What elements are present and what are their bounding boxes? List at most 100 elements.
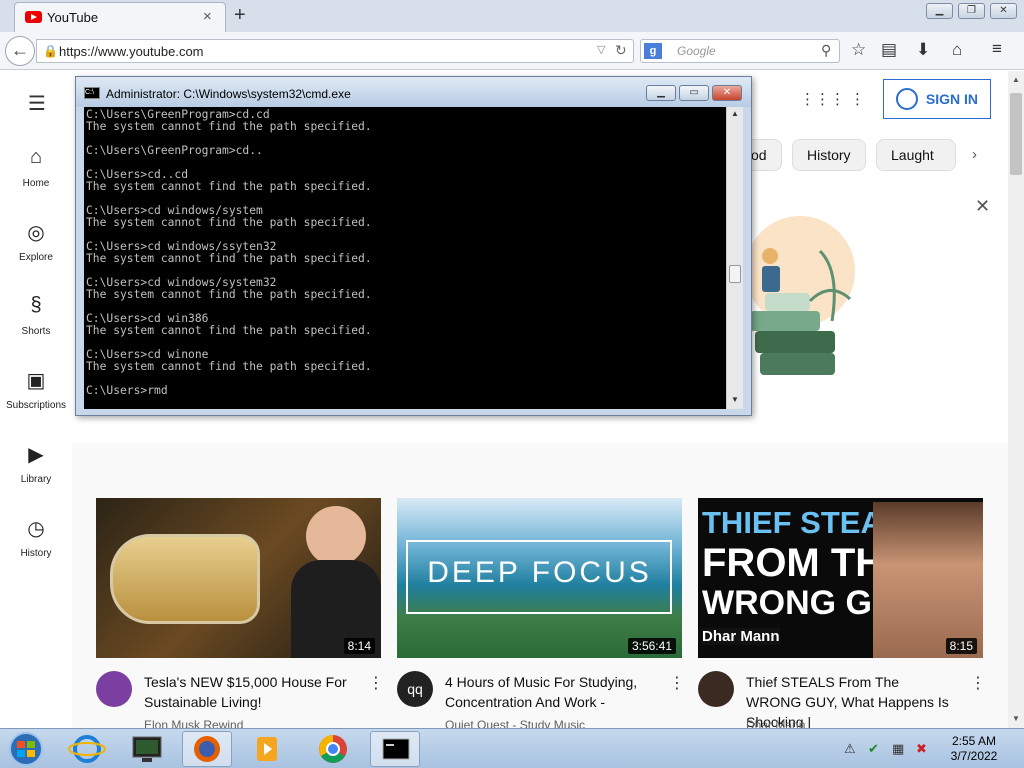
- scroll-down-icon[interactable]: ▼: [1012, 714, 1020, 723]
- reading-list-icon[interactable]: ▤: [881, 40, 897, 60]
- video-thumbnail[interactable]: THIEF STEALS FROM THE WRONG GUY Dhar Man…: [698, 498, 983, 658]
- chip-filter[interactable]: Laught: [876, 139, 956, 171]
- chrome-icon[interactable]: [308, 731, 358, 767]
- sidebar-item-library[interactable]: ▶ Library: [0, 442, 72, 485]
- home-button-icon[interactable]: ⌂: [952, 40, 962, 60]
- books-illustration: [745, 216, 855, 375]
- channel-avatar[interactable]: [698, 671, 734, 707]
- firefox-icon[interactable]: [182, 731, 232, 767]
- cmd-window[interactable]: C:\ Administrator: C:\Windows\system32\c…: [75, 76, 752, 416]
- sidebar-item-label: History: [20, 548, 52, 559]
- volume-muted-icon[interactable]: ✖: [916, 741, 927, 757]
- cmd-taskbar-icon[interactable]: [370, 731, 420, 767]
- page-scrollbar[interactable]: ▲ ▼: [1008, 71, 1024, 728]
- video-title[interactable]: Tesla's NEW $15,000 House For Sustainabl…: [144, 672, 352, 712]
- cmd-close-button[interactable]: ✕: [712, 85, 742, 101]
- downloads-icon[interactable]: ⬇: [916, 40, 930, 60]
- clock-date: 3/7/2022: [950, 749, 998, 763]
- network-warning-icon[interactable]: ⚠: [844, 741, 856, 757]
- sidebar-item-explore[interactable]: ◎ Explore: [0, 220, 72, 263]
- hamburger-menu-icon[interactable]: ≡: [992, 39, 1002, 59]
- youtube-favicon-icon: [25, 11, 42, 23]
- channel-name[interactable]: Elon Musk Rewind: [144, 718, 243, 728]
- shorts-icon: §: [30, 294, 42, 316]
- start-button[interactable]: [2, 731, 50, 767]
- back-button[interactable]: ←: [5, 36, 35, 66]
- tiny-house-image: [110, 534, 260, 624]
- network-icon[interactable]: ▦: [892, 741, 904, 757]
- tab-youtube[interactable]: YouTube ×: [14, 2, 226, 32]
- console-scrollbar[interactable]: ▲ ▼: [726, 107, 743, 409]
- reload-icon[interactable]: ↻: [615, 42, 627, 59]
- duration-badge: 3:56:41: [627, 638, 676, 654]
- internet-explorer-icon[interactable]: [62, 731, 112, 767]
- sidebar-item-home[interactable]: ⌂ Home: [0, 146, 72, 189]
- scroll-down-icon[interactable]: ▼: [731, 395, 739, 404]
- window-close-button[interactable]: ✕: [990, 3, 1017, 19]
- channel-avatar[interactable]: qq: [397, 671, 433, 707]
- video-thumbnail[interactable]: DEEP FOCUS 3:56:41: [397, 498, 682, 658]
- console-line: The system cannot find the path specifie…: [86, 324, 372, 337]
- clock-time: 2:55 AM: [951, 734, 997, 748]
- history-dropdown-icon[interactable]: ▽: [597, 43, 605, 56]
- sidebar-item-label: Explore: [19, 252, 53, 263]
- console-line: The system cannot find the path specifie…: [86, 360, 372, 373]
- search-box[interactable]: g Google ⚲: [640, 39, 840, 63]
- chevron-right-icon[interactable]: ›: [972, 146, 977, 163]
- scroll-up-icon[interactable]: ▲: [1012, 75, 1020, 84]
- minimize-button[interactable]: ▁: [926, 3, 953, 19]
- navigation-bar: ← 🔒 https://www.youtube.com ▽ ↻ g Google…: [0, 32, 1024, 70]
- thumb-text: DEEP FOCUS: [427, 556, 652, 589]
- sidebar-item-shorts[interactable]: § Shorts: [0, 294, 72, 337]
- sidebar-item-label: Shorts: [21, 326, 51, 337]
- url-bar[interactable]: 🔒 https://www.youtube.com ▽ ↻: [36, 39, 634, 63]
- chip-filter[interactable]: History: [792, 139, 866, 171]
- search-icon[interactable]: ⚲: [821, 42, 831, 59]
- search-placeholder: Google: [677, 44, 716, 58]
- more-vert-icon[interactable]: ⋮: [850, 90, 865, 108]
- media-center-icon[interactable]: [122, 731, 172, 767]
- video-thumbnail[interactable]: 8:14: [96, 498, 381, 658]
- system-clock[interactable]: 2:55 AM 3/7/2022: [944, 734, 1004, 764]
- tab-close-icon[interactable]: ×: [203, 8, 212, 25]
- cmd-maximize-button[interactable]: ▭: [679, 85, 709, 101]
- close-icon[interactable]: ✕: [975, 196, 990, 217]
- media-player-icon[interactable]: [242, 731, 292, 767]
- security-shield-icon[interactable]: ✔: [868, 741, 879, 757]
- console-line: C:\Users>rmd: [86, 384, 168, 397]
- scroll-up-icon[interactable]: ▲: [731, 109, 739, 118]
- scroll-thumb[interactable]: [1010, 93, 1022, 175]
- duration-badge: 8:14: [343, 638, 375, 654]
- video-menu-icon[interactable]: ⋮: [368, 673, 384, 693]
- sign-in-button[interactable]: SIGN IN: [883, 79, 991, 119]
- guide-menu-icon[interactable]: ☰: [28, 91, 46, 116]
- lock-icon: 🔒: [43, 44, 58, 58]
- console-output[interactable]: C:\Users\GreenProgram>cd.cd The system ca…: [84, 107, 726, 409]
- cmd-titlebar[interactable]: C:\ Administrator: C:\Windows\system32\c…: [76, 77, 751, 107]
- cmd-minimize-button[interactable]: ▁: [646, 85, 676, 101]
- person-image: [873, 502, 983, 658]
- video-title[interactable]: 4 Hours of Music For Studying, Concentra…: [445, 672, 653, 712]
- history-icon: ◷: [27, 518, 45, 540]
- sidebar-item-subscriptions[interactable]: ▣ Subscriptions: [0, 368, 72, 411]
- sidebar-item-label: Library: [20, 474, 52, 485]
- sidebar-item-label: Subscriptions: [5, 400, 67, 411]
- search-engine-icon[interactable]: g: [644, 43, 662, 59]
- channel-name[interactable]: Dhar Mann: [746, 718, 805, 728]
- tab-title: YouTube: [47, 10, 99, 25]
- restore-button[interactable]: ❐: [958, 3, 985, 19]
- video-menu-icon[interactable]: ⋮: [669, 673, 685, 693]
- apps-grid-icon[interactable]: ⋮⋮⋮: [800, 90, 845, 108]
- home-icon: ⌂: [29, 146, 43, 168]
- new-tab-button[interactable]: +: [234, 4, 246, 27]
- channel-avatar[interactable]: [96, 671, 132, 707]
- channel-name[interactable]: Quiet Quest - Study Music: [445, 718, 585, 728]
- sidebar-item-history[interactable]: ◷ History: [0, 516, 72, 559]
- bookmark-star-icon[interactable]: ☆: [851, 40, 866, 60]
- console-line: The system cannot find the path specifie…: [86, 216, 372, 229]
- url-text: https://www.youtube.com: [59, 44, 204, 59]
- scroll-thumb[interactable]: [729, 265, 741, 283]
- console-line: C:\Users\GreenProgram>cd..: [86, 144, 263, 157]
- video-menu-icon[interactable]: ⋮: [970, 673, 986, 693]
- cmd-title: Administrator: C:\Windows\system32\cmd.e…: [106, 87, 351, 101]
